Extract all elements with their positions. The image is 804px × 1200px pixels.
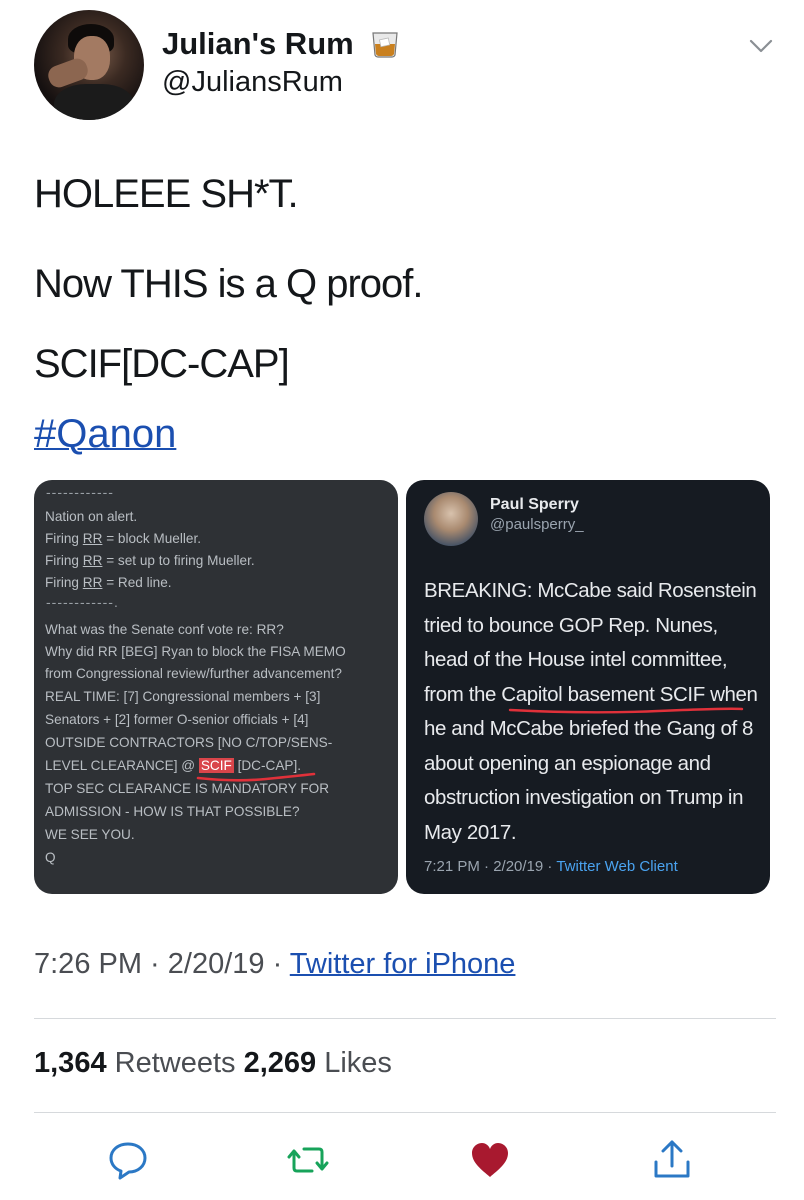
display-name-text: Julian's Rum — [162, 26, 354, 61]
quoted-text-line: obstruction investigation on Trump in — [424, 786, 744, 809]
tweet-line-1: HOLEEE SH*T. — [34, 172, 299, 216]
q-text-line: Firing RR = block Mueller. — [45, 531, 202, 546]
avatar[interactable] — [34, 10, 144, 120]
share-icon[interactable] — [650, 1138, 694, 1182]
q-text-line: ADMISSION - HOW IS THAT POSSIBLE? — [45, 804, 300, 819]
quoted-text-line: about opening an espionage and — [424, 751, 711, 775]
q-divider: ------------. — [46, 594, 119, 610]
timestamp-text: 7:26 PM · 2/20/19 · — [34, 948, 290, 980]
likes-stat[interactable]: 2,269 Likes — [244, 1047, 392, 1079]
q-text-line: OUTSIDE CONTRACTORS [NO C/TOP/SENS- — [45, 735, 333, 750]
like-heart-icon[interactable] — [468, 1138, 512, 1182]
tweet-timestamp: 7:26 PM · 2/20/19 · Twitter for iPhone — [34, 948, 515, 981]
q-text-line: Firing RR = set up to firing Mueller. — [45, 553, 255, 568]
quoted-text-line: BREAKING: McCabe said Rosenstein — [424, 579, 757, 602]
q-post-image[interactable]: ------------ Nation on alert. Firing RR … — [34, 480, 398, 894]
q-text-line: REAL TIME: [7] Congressional members + [… — [45, 689, 321, 704]
quoted-text-line: tried to bounce GOP Rep. Nunes, — [424, 613, 718, 637]
whiskey-glass-icon — [370, 30, 400, 58]
hashtag-link[interactable]: #Qanon — [34, 412, 176, 457]
red-underline-mark — [196, 772, 316, 782]
q-text-line: What was the Senate conf vote re: RR? — [45, 622, 284, 637]
chevron-down-icon[interactable] — [746, 34, 776, 58]
q-text-line: Nation on alert. — [45, 509, 138, 524]
q-divider: ------------ — [46, 484, 114, 500]
clearance-text: LEVEL CLEARANCE] @ — [45, 758, 199, 773]
reply-icon[interactable] — [106, 1138, 150, 1182]
quoted-client-link: Twitter Web Client — [556, 858, 678, 875]
q-text-line: Why did RR [BEG] Ryan to block the FISA … — [45, 644, 346, 659]
author-name[interactable]: Julian's Rum — [162, 26, 400, 62]
quoted-text-line: from the Capitol basement SCIF when — [424, 678, 770, 713]
q-signature: Q — [45, 850, 56, 865]
avatar — [424, 492, 478, 546]
q-text-line: Firing RR = Red line. — [45, 575, 172, 590]
quoted-tweet-meta: 7:21 PM · 2/20/19 · Twitter Web Client — [424, 858, 678, 875]
red-underline-mark — [508, 707, 744, 713]
retweets-stat[interactable]: 1,364 Retweets — [34, 1047, 236, 1079]
quoted-text-line: he and McCabe briefed the Gang of 8 — [424, 717, 754, 740]
engagement-stats: 1,364 Retweets 2,269 Likes — [34, 1047, 392, 1080]
likes-label: Likes — [324, 1047, 392, 1079]
quoted-tweet-image[interactable]: Paul Sperry @paulsperry_ BREAKING: McCab… — [406, 480, 770, 894]
source-link[interactable]: Twitter for iPhone — [290, 948, 516, 980]
divider — [34, 1018, 776, 1019]
q-text-line: from Congressional review/further advanc… — [45, 666, 342, 681]
retweets-label: Retweets — [114, 1047, 236, 1079]
quoted-text-line: May 2017. — [424, 820, 517, 844]
tweet-line-3: SCIF[DC-CAP] — [34, 342, 290, 386]
divider — [34, 1112, 776, 1113]
quoted-text-line: head of the House intel committee, — [424, 648, 728, 671]
author-handle[interactable]: @JuliansRum — [162, 66, 343, 99]
quoted-author-name: Paul Sperry — [490, 496, 579, 513]
retweet-icon[interactable] — [286, 1138, 330, 1182]
quoted-author-handle: @paulsperry_ — [490, 516, 584, 533]
quoted-tweet-text: BREAKING: McCabe said Rosenstein tried t… — [424, 574, 770, 850]
likes-count: 2,269 — [243, 1047, 317, 1079]
q-text-line: Senators + [2] former O-senior officials… — [45, 712, 309, 727]
tweet-line-2: Now THIS is a Q proof. — [34, 262, 424, 306]
retweets-count: 1,364 — [34, 1047, 107, 1079]
q-text-line: WE SEE YOU. — [45, 827, 135, 842]
